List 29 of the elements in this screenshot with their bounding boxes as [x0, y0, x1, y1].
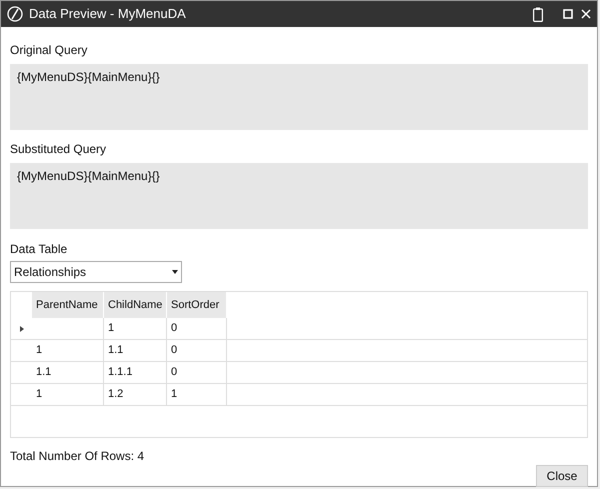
table-cell: 1	[104, 318, 167, 340]
query-field[interactable]: {MyMenuDS}{MainMenu}{}	[10, 64, 588, 130]
close-icon[interactable]	[581, 9, 591, 19]
row-count: Total Number Of Rows: 4	[10, 448, 146, 465]
table-cell: 1.2	[104, 384, 167, 406]
query-field[interactable]: {MyMenuDS}{MainMenu}{}	[10, 163, 588, 229]
logo-icon	[7, 6, 23, 22]
table-cell: 0	[167, 362, 227, 384]
table-cell: 1.1.1	[104, 362, 167, 384]
current-row-icon	[20, 326, 24, 332]
column-header: SortOrder	[167, 292, 227, 318]
table-cell: 1	[32, 384, 104, 406]
table-dropdown[interactable]: Relationships	[10, 261, 182, 283]
column-header: ChildName	[104, 292, 167, 318]
field-label: Substituted Query	[10, 141, 108, 158]
table-cell: 1	[167, 384, 227, 406]
column-header: ParentName	[32, 292, 104, 318]
field-label: Data Table	[10, 241, 68, 258]
table-cell: 1.1	[32, 362, 104, 384]
window-title: Data Preview - MyMenuDA	[29, 5, 186, 24]
field-label: Original Query	[10, 42, 88, 59]
table-cell: 0	[167, 340, 227, 362]
caret-icon	[172, 270, 178, 274]
maximize-icon[interactable]	[563, 9, 573, 19]
table-cell: 1.1	[104, 340, 167, 362]
close-button[interactable]: Close	[536, 465, 588, 487]
table-cell: 0	[167, 318, 227, 340]
table-cell: 1	[32, 340, 104, 362]
clipboard-icon[interactable]	[533, 6, 543, 22]
